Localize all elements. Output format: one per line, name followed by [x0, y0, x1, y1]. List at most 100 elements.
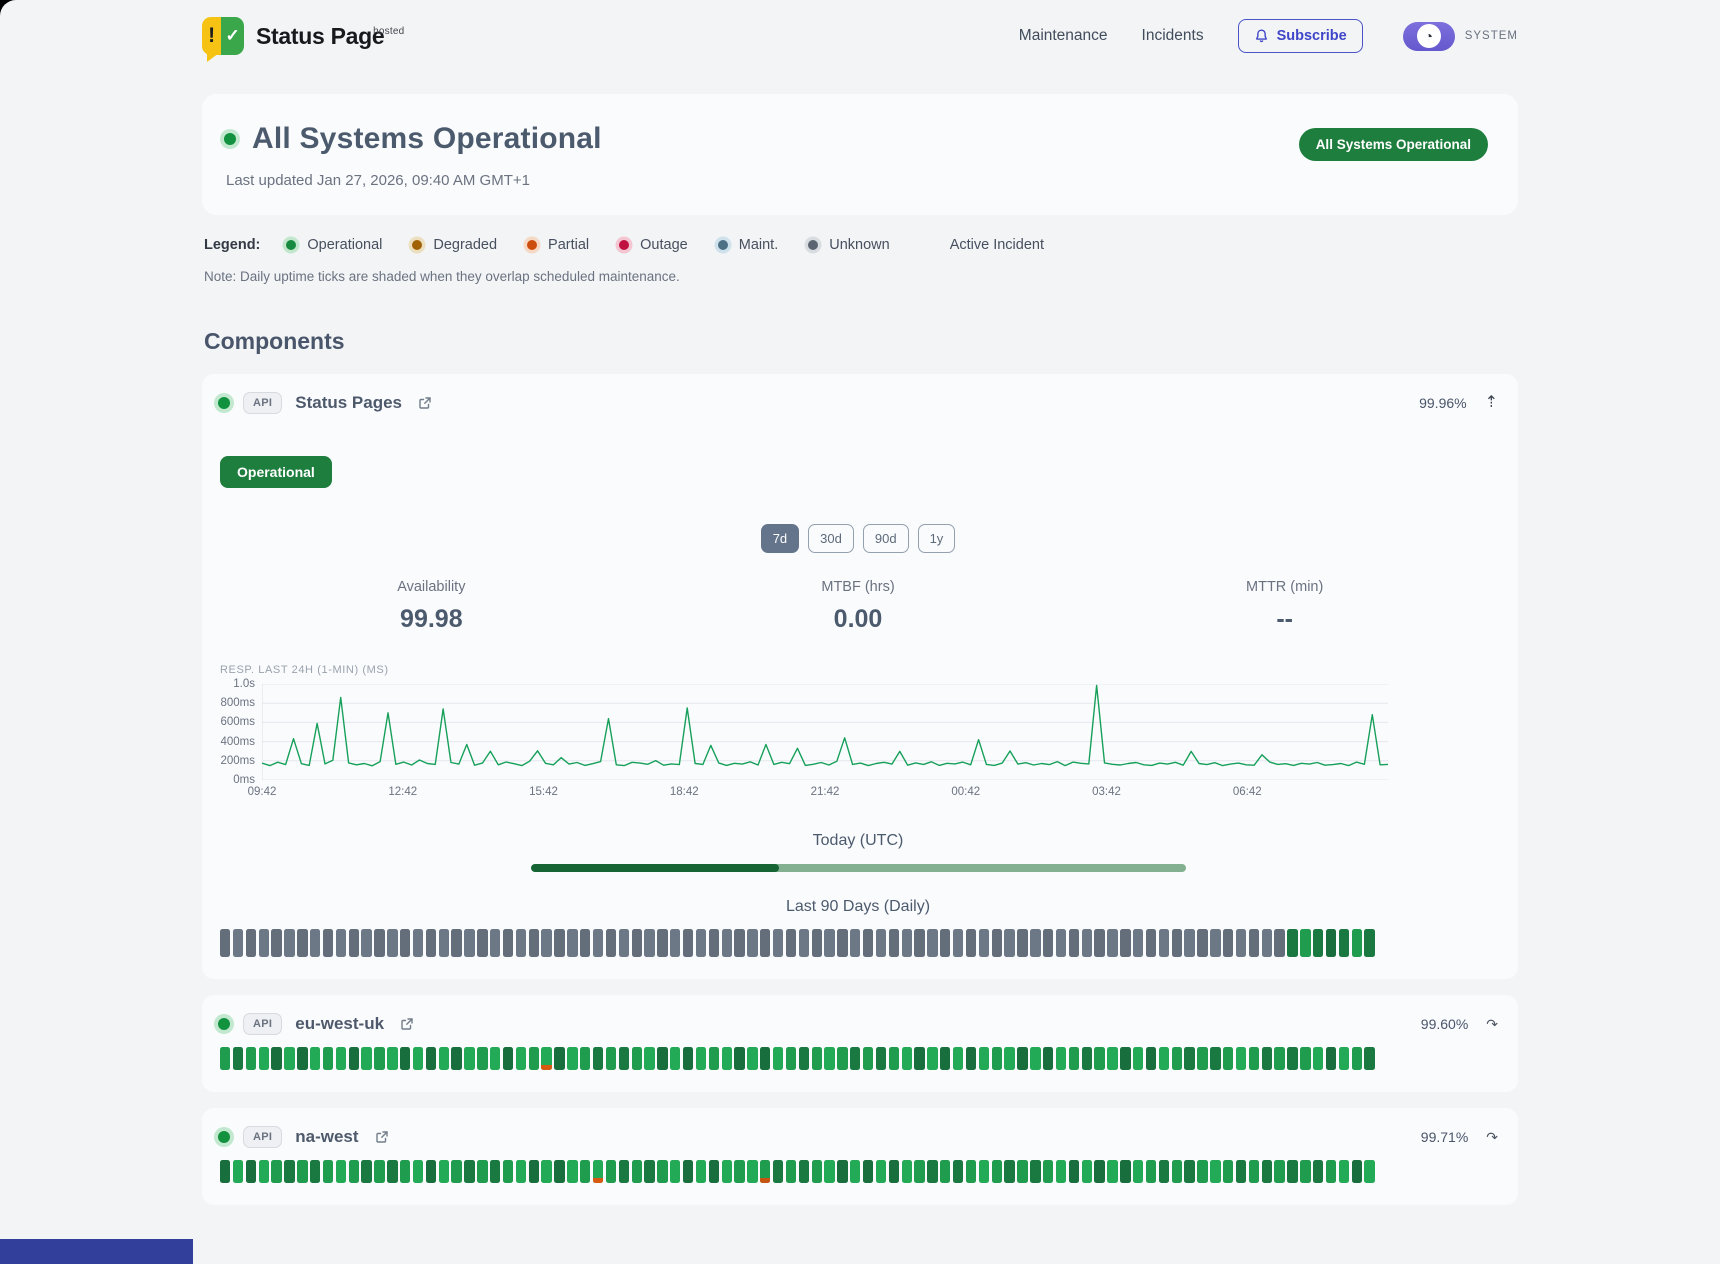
- uptime-tick: [1030, 1047, 1040, 1070]
- uptime-tick: [336, 1160, 346, 1183]
- uptime-tick-bar[interactable]: [218, 929, 1375, 957]
- uptime-tick: [439, 1047, 449, 1070]
- stat-mtbf: MTBF (hrs)0.00: [645, 579, 1072, 634]
- brand-title: Status Page: [256, 23, 384, 50]
- uptime-tick: [593, 1160, 603, 1183]
- uptime-tick: [233, 1160, 243, 1183]
- uptime-tick: [387, 929, 397, 957]
- uptime-tick: [349, 1160, 359, 1183]
- uptime-tick: [709, 929, 719, 957]
- uptime-tick: [773, 1047, 783, 1070]
- uptime-tick: [644, 1160, 654, 1183]
- uptime-tick: [1056, 929, 1066, 957]
- uptime-tick: [1274, 1160, 1284, 1183]
- uptime-tick: [310, 1047, 320, 1070]
- uptime-tick: [747, 1047, 757, 1070]
- today-progress-fill: [531, 864, 780, 872]
- legend-dot-maint: [718, 240, 728, 250]
- uptime-tick: [503, 1047, 513, 1070]
- range-1y-button[interactable]: 1y: [918, 524, 956, 553]
- uptime-tick: [503, 1160, 513, 1183]
- uptime-tick: [323, 1160, 333, 1183]
- uptime-tick-bar[interactable]: [218, 1047, 1375, 1070]
- uptime-tick: [1262, 1160, 1272, 1183]
- chart-x-axis: 09:4212:4215:4218:4221:4200:4203:4206:42: [262, 786, 1388, 806]
- external-link-icon[interactable]: [417, 395, 433, 411]
- uptime-tick: [1249, 1047, 1259, 1070]
- uptime-tick: [310, 929, 320, 957]
- uptime-tick: [799, 929, 809, 957]
- uptime-tick: [593, 1047, 603, 1070]
- uptime-tick: [400, 929, 410, 957]
- uptime-tick: [1223, 929, 1233, 957]
- uptime-tick: [477, 1160, 487, 1183]
- uptime-tick: [1210, 929, 1220, 957]
- range-7d-button[interactable]: 7d: [761, 524, 799, 553]
- uptime-tick: [529, 1160, 539, 1183]
- uptime-tick: [297, 1160, 307, 1183]
- uptime-tick: [1364, 1160, 1374, 1183]
- collapse-arrow-icon[interactable]: ⇡: [1485, 395, 1498, 411]
- component-name: eu-west-uk: [295, 1014, 384, 1034]
- uptime-tick: [902, 1160, 912, 1183]
- uptime-tick: [426, 1160, 436, 1183]
- uptime-tick: [1082, 1047, 1092, 1070]
- uptime-tick: [374, 929, 384, 957]
- legend-dot-degraded: [412, 240, 422, 250]
- last-updated-text: Last updated Jan 27, 2026, 09:40 AM GMT+…: [226, 172, 602, 189]
- legend-item: Maint.: [718, 237, 779, 253]
- uptime-tick: [760, 929, 770, 957]
- uptime-tick: [1287, 1160, 1297, 1183]
- nav-maintenance[interactable]: Maintenance: [1019, 27, 1108, 45]
- uptime-tick: [1210, 1160, 1220, 1183]
- nav-incidents[interactable]: Incidents: [1142, 27, 1204, 45]
- uptime-tick: [567, 1160, 577, 1183]
- expand-arrow-icon[interactable]: ↷: [1486, 1130, 1498, 1144]
- uptime-tick: [374, 1047, 384, 1070]
- range-90d-button[interactable]: 90d: [863, 524, 909, 553]
- uptime-tick: [1197, 1047, 1207, 1070]
- uptime-tick: [387, 1160, 397, 1183]
- time-range-selector: 7d 30d 90d 1y: [218, 524, 1498, 553]
- uptime-tick: [1313, 929, 1323, 957]
- uptime-tick: [953, 1160, 963, 1183]
- uptime-tick: [670, 1047, 680, 1070]
- uptime-tick-bar[interactable]: [218, 1160, 1375, 1183]
- theme-toggle[interactable]: ◔: [1403, 22, 1455, 51]
- expand-arrow-icon[interactable]: ↷: [1486, 1017, 1498, 1031]
- component-uptime-percent: 99.60%: [1421, 1016, 1468, 1032]
- uptime-tick: [567, 1047, 577, 1070]
- uptime-tick: [580, 1047, 590, 1070]
- uptime-tick: [876, 929, 886, 957]
- uptime-tick: [1172, 929, 1182, 957]
- brand[interactable]: ! ✓ Status Page hosted: [202, 17, 396, 55]
- range-30d-button[interactable]: 30d: [808, 524, 854, 553]
- uptime-tick: [1352, 1160, 1362, 1183]
- uptime-tick: [850, 929, 860, 957]
- uptime-tick: [1364, 1047, 1374, 1070]
- uptime-tick: [1056, 1160, 1066, 1183]
- uptime-tick: [1287, 929, 1297, 957]
- uptime-tick: [696, 1160, 706, 1183]
- uptime-tick: [1236, 1047, 1246, 1070]
- legend-item-label: Partial: [548, 237, 589, 253]
- uptime-tick: [850, 1047, 860, 1070]
- uptime-tick: [1262, 929, 1272, 957]
- external-link-icon[interactable]: [399, 1016, 415, 1032]
- uptime-tick: [323, 1047, 333, 1070]
- uptime-tick: [1030, 1160, 1040, 1183]
- uptime-tick: [1339, 929, 1349, 957]
- uptime-tick: [1262, 1047, 1272, 1070]
- chart-title: RESP. LAST 24H (1-MIN) (MS): [218, 664, 1388, 676]
- uptime-tick: [786, 1160, 796, 1183]
- external-link-icon[interactable]: [374, 1129, 390, 1145]
- uptime-tick: [580, 1160, 590, 1183]
- subscribe-button[interactable]: Subscribe: [1238, 19, 1363, 53]
- uptime-tick: [1236, 929, 1246, 957]
- x-tick-label: 00:42: [951, 786, 980, 798]
- x-tick-label: 18:42: [670, 786, 699, 798]
- uptime-tick: [1107, 1160, 1117, 1183]
- uptime-tick: [516, 1047, 526, 1070]
- legend-item: Outage: [619, 237, 688, 253]
- legend-item-label: Degraded: [433, 237, 497, 253]
